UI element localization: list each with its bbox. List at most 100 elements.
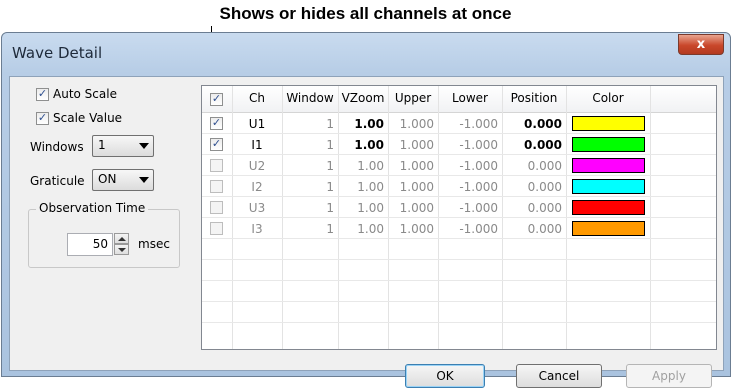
cell-vzoom: 1.00	[357, 159, 384, 173]
col-vzoom: VZoom	[341, 91, 385, 105]
cell-ch: I3	[251, 222, 263, 236]
ok-button[interactable]: OK	[405, 364, 485, 388]
cell-vzoom: 1.00	[357, 180, 384, 194]
cell-position: 0.000	[527, 201, 562, 215]
auto-scale-label: Auto Scale	[53, 87, 117, 101]
cell-vzoom: 1.00	[354, 117, 384, 131]
arrow-up-icon	[118, 237, 126, 241]
graticule-select[interactable]: ON	[92, 169, 154, 191]
select-all-channels-checkbox[interactable]: ✓	[210, 92, 223, 106]
col-window: Window	[286, 91, 334, 105]
cell-lower: -1.000	[459, 180, 498, 194]
scale-value-label: Scale Value	[53, 111, 123, 125]
color-swatch[interactable]	[572, 200, 645, 215]
col-color: Color	[592, 91, 624, 105]
cell-vzoom: 1.00	[354, 138, 384, 152]
graticule-select-value: ON	[98, 172, 117, 186]
cell-lower: -1.000	[459, 159, 498, 173]
cell-window: 1	[326, 138, 334, 152]
channel-visible-checkbox[interactable]	[210, 180, 223, 193]
color-swatch[interactable]	[572, 116, 645, 131]
checkmark-icon: ✓	[37, 111, 48, 124]
cell-position: 0.000	[524, 138, 562, 152]
wave-detail-dialog: Wave Detail x ✓ Auto Scale ✓ Scale Value…	[1, 32, 731, 388]
row-divider	[202, 154, 716, 155]
checkmark-icon: ✓	[211, 116, 222, 129]
channel-visible-checkbox[interactable]	[210, 159, 223, 172]
cell-ch: I2	[251, 180, 263, 194]
table-header: ✓ Ch Window VZoom Upper Lower Position C…	[202, 86, 716, 113]
graticule-label: Graticule	[30, 174, 85, 188]
scale-value-checkbox[interactable]: ✓	[36, 111, 49, 125]
cell-lower: -1.000	[459, 138, 498, 152]
channel-visible-checkbox[interactable]: ✓	[210, 137, 223, 151]
checkmark-icon: ✓	[37, 87, 48, 100]
col-position: Position	[510, 91, 558, 105]
auto-scale-checkbox[interactable]: ✓	[36, 87, 49, 101]
cell-window: 1	[326, 222, 334, 236]
cell-window: 1	[326, 159, 334, 173]
observation-time-value: 50	[92, 237, 108, 251]
windows-select[interactable]: 1	[92, 135, 154, 157]
cell-window: 1	[326, 201, 334, 215]
color-swatch[interactable]	[572, 158, 645, 173]
chevron-down-icon	[139, 177, 149, 183]
cell-vzoom: 1.00	[357, 201, 384, 215]
row-divider	[202, 259, 716, 260]
cell-position: 0.000	[527, 180, 562, 194]
col-lower: Lower	[452, 91, 488, 105]
cell-lower: -1.000	[459, 117, 498, 131]
chevron-down-icon	[139, 143, 149, 149]
cell-upper: 1.000	[399, 201, 434, 215]
cell-ch: U2	[248, 159, 266, 173]
cancel-button[interactable]: Cancel	[516, 364, 602, 388]
spin-up-button[interactable]	[114, 233, 129, 244]
spin-down-button[interactable]	[114, 244, 129, 255]
checkmark-icon: ✓	[211, 137, 222, 150]
callout-text: Shows or hides all channels at once	[219, 4, 512, 23]
cell-ch: U3	[248, 201, 266, 215]
cell-position: 0.000	[527, 159, 562, 173]
cell-position: 0.000	[524, 117, 562, 131]
dialog-title: Wave Detail	[12, 44, 103, 62]
cell-ch: I1	[251, 138, 263, 152]
cell-upper: 1.000	[399, 159, 434, 173]
arrow-down-icon	[118, 248, 126, 252]
channel-visible-checkbox[interactable]	[210, 222, 223, 235]
cell-upper: 1.000	[399, 180, 434, 194]
row-divider	[202, 196, 716, 197]
channel-table: ✓ Ch Window VZoom Upper Lower Position C…	[201, 85, 717, 350]
windows-select-value: 1	[98, 138, 106, 152]
row-divider	[202, 280, 716, 281]
col-upper: Upper	[394, 91, 432, 105]
cell-window: 1	[326, 117, 334, 131]
cell-ch: U1	[248, 117, 266, 131]
row-divider	[202, 238, 716, 239]
cell-upper: 1.000	[399, 117, 434, 131]
cell-window: 1	[326, 180, 334, 194]
channel-visible-checkbox[interactable]: ✓	[210, 116, 223, 130]
channel-visible-checkbox[interactable]	[210, 201, 223, 214]
row-divider	[202, 322, 716, 323]
observation-time-input[interactable]: 50	[67, 233, 113, 256]
color-swatch[interactable]	[572, 221, 645, 236]
close-button[interactable]: x	[678, 34, 724, 55]
color-swatch[interactable]	[572, 137, 645, 152]
cell-lower: -1.000	[459, 222, 498, 236]
row-divider	[202, 133, 716, 134]
color-swatch[interactable]	[572, 179, 645, 194]
row-divider	[202, 301, 716, 302]
row-divider	[202, 175, 716, 176]
windows-label: Windows	[30, 140, 84, 154]
observation-time-title: Observation Time	[36, 201, 149, 215]
checkmark-icon: ✓	[211, 92, 222, 105]
row-divider	[202, 217, 716, 218]
observation-time-unit: msec	[138, 237, 170, 251]
cell-position: 0.000	[527, 222, 562, 236]
cell-upper: 1.000	[399, 222, 434, 236]
cell-upper: 1.000	[399, 138, 434, 152]
col-ch: Ch	[249, 91, 265, 105]
cell-vzoom: 1.00	[357, 222, 384, 236]
dialog-body: ✓ Auto Scale ✓ Scale Value Windows 1 Gra…	[9, 76, 724, 388]
apply-button[interactable]: Apply	[626, 364, 712, 388]
